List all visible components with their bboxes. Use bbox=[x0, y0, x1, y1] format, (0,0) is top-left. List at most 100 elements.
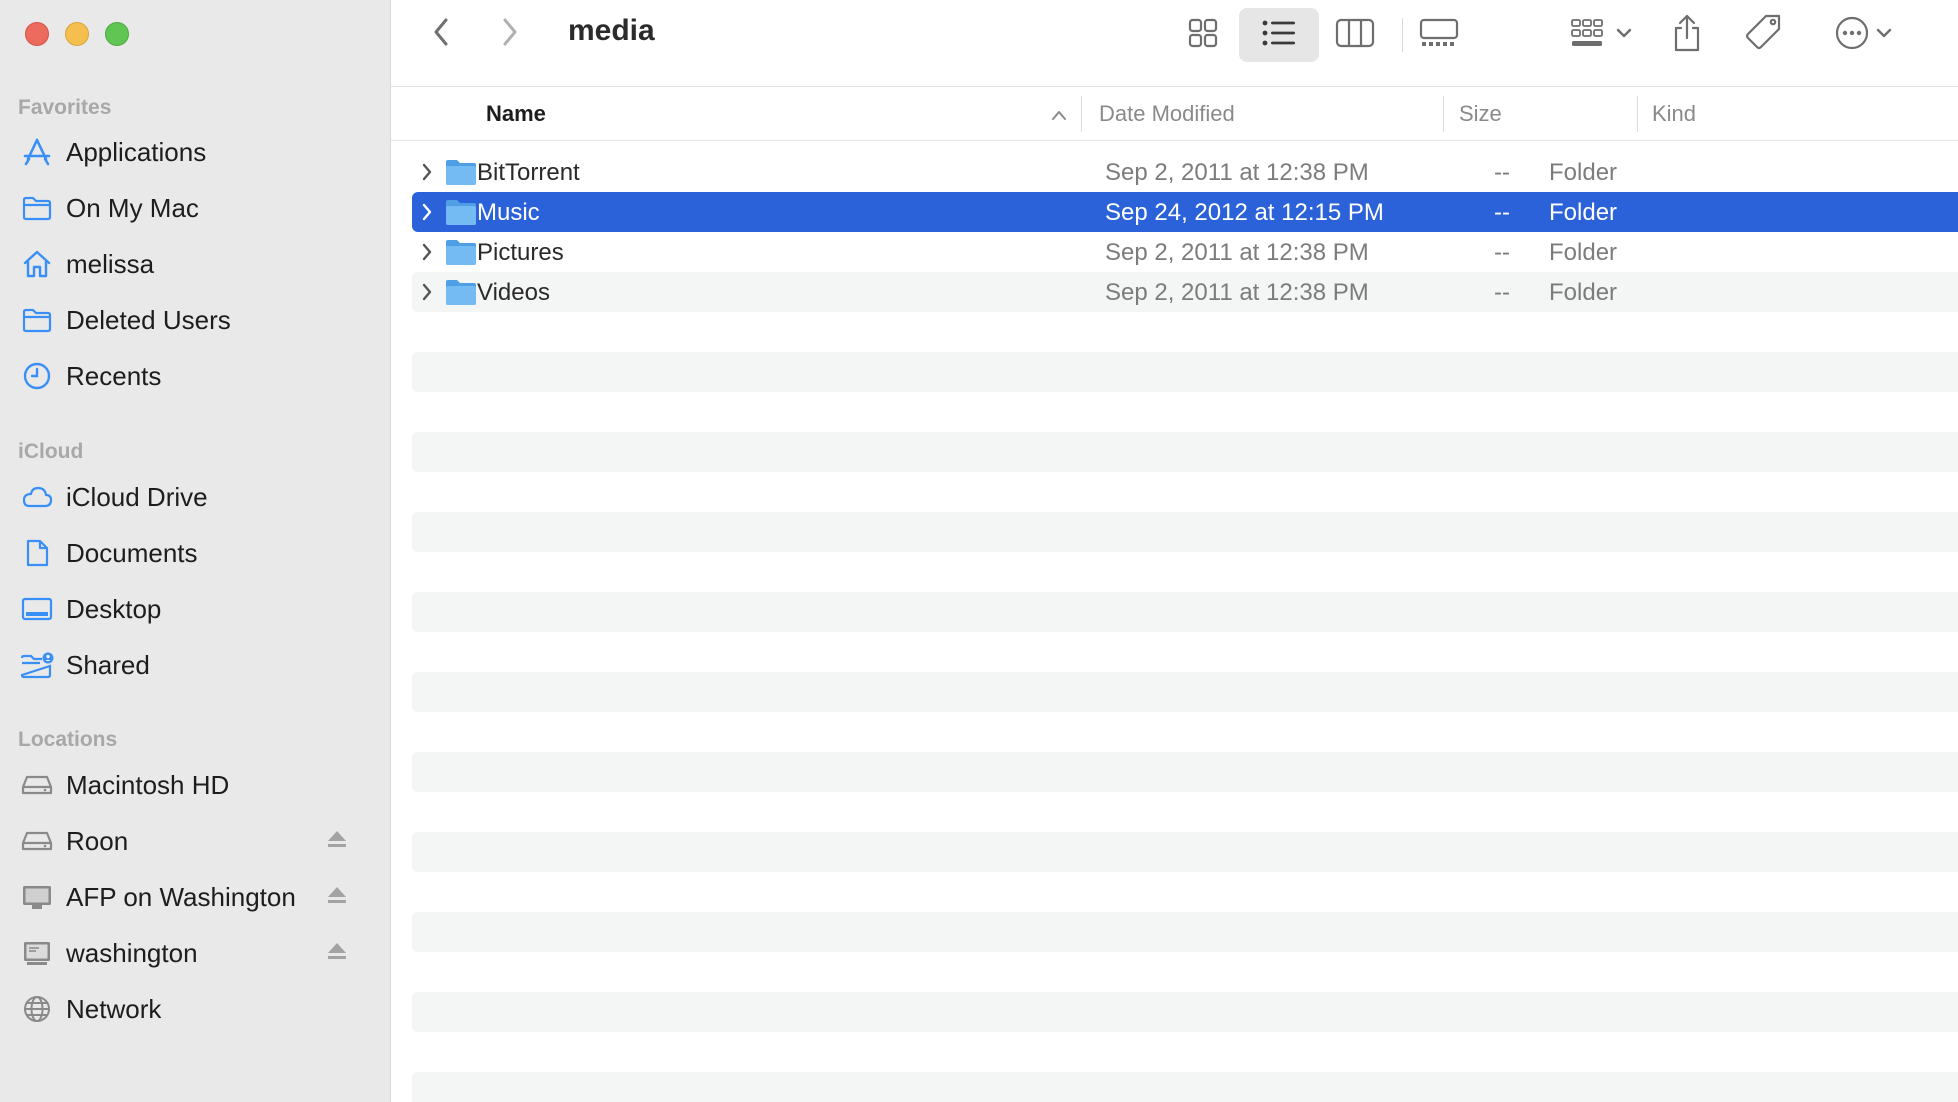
sidebar-item-network[interactable]: Network bbox=[20, 985, 390, 1033]
sidebar-item-label: Deleted Users bbox=[66, 304, 231, 335]
file-name: Pictures bbox=[477, 239, 564, 266]
sidebar-item-icloud-drive[interactable]: iCloud Drive bbox=[20, 473, 390, 521]
disclosure-triangle-icon[interactable] bbox=[420, 201, 434, 230]
finder-window: Favorites Applications On My Mac melissa… bbox=[0, 0, 1958, 1102]
empty-row-stripe bbox=[412, 672, 1958, 712]
sidebar: Favorites Applications On My Mac melissa… bbox=[0, 0, 391, 1102]
tag-icon bbox=[1744, 13, 1784, 58]
tag-button[interactable] bbox=[1736, 10, 1792, 60]
sidebar-item-shared[interactable]: Shared bbox=[20, 641, 390, 689]
toolbar-divider bbox=[1402, 18, 1403, 52]
sidebar-section-favorites: Favorites bbox=[18, 96, 112, 119]
minimize-button[interactable] bbox=[65, 22, 89, 46]
sidebar-item-applications[interactable]: Applications bbox=[20, 128, 390, 176]
group-button[interactable] bbox=[1563, 10, 1639, 60]
folder-icon bbox=[445, 198, 477, 233]
empty-row-stripe bbox=[412, 432, 1958, 472]
file-kind: Folder bbox=[1549, 199, 1618, 226]
sidebar-item-melissa[interactable]: melissa bbox=[20, 240, 390, 288]
sidebar-item-label: washington bbox=[66, 937, 198, 968]
file-name: Videos bbox=[477, 279, 550, 306]
page-title: media bbox=[568, 14, 655, 47]
toolbar: media bbox=[391, 0, 1958, 87]
list-icon bbox=[1261, 18, 1297, 53]
sidebar-item-desktop[interactable]: Desktop bbox=[20, 585, 390, 633]
file-kind: Folder bbox=[1549, 159, 1618, 186]
column-header-date-modified[interactable]: Date Modified bbox=[1099, 101, 1235, 127]
icon-view-button[interactable] bbox=[1175, 10, 1231, 60]
applications-icon bbox=[20, 135, 54, 169]
column-divider[interactable] bbox=[1081, 96, 1082, 132]
clock-icon bbox=[20, 359, 54, 393]
zoom-button[interactable] bbox=[105, 22, 129, 46]
chevron-left-icon bbox=[431, 16, 451, 53]
column-header-kind[interactable]: Kind bbox=[1652, 101, 1696, 127]
cloud-icon bbox=[20, 480, 54, 514]
share-button[interactable] bbox=[1659, 8, 1715, 62]
empty-row-stripe bbox=[412, 752, 1958, 792]
sidebar-item-roon[interactable]: Roon bbox=[20, 817, 390, 865]
file-kind: Folder bbox=[1549, 239, 1618, 266]
sidebar-item-documents[interactable]: Documents bbox=[20, 529, 390, 577]
disclosure-triangle-icon[interactable] bbox=[420, 281, 434, 310]
sidebar-item-on-my-mac[interactable]: On My Mac bbox=[20, 184, 390, 232]
drive-icon bbox=[20, 824, 54, 858]
sidebar-section-icloud: iCloud bbox=[18, 440, 84, 463]
folder-icon bbox=[445, 158, 477, 193]
empty-row-stripe bbox=[412, 352, 1958, 392]
list-view-button[interactable] bbox=[1239, 8, 1319, 62]
home-icon bbox=[20, 247, 54, 281]
columns-icon bbox=[1335, 17, 1375, 54]
column-divider[interactable] bbox=[1637, 96, 1638, 132]
sidebar-item-label: iCloud Drive bbox=[66, 481, 208, 512]
disclosure-triangle-icon[interactable] bbox=[420, 241, 434, 270]
sidebar-item-label: Roon bbox=[66, 825, 129, 856]
sidebar-item-label: Shared bbox=[66, 649, 150, 680]
disclosure-triangle-icon[interactable] bbox=[420, 161, 434, 190]
file-name: Music bbox=[477, 199, 540, 226]
document-icon bbox=[20, 536, 54, 570]
sidebar-item-deleted-users[interactable]: Deleted Users bbox=[20, 296, 390, 344]
sidebar-item-label: Documents bbox=[66, 537, 198, 568]
empty-row-stripe bbox=[412, 592, 1958, 632]
file-row-music[interactable]: Music Sep 24, 2012 at 12:15 PM -- Folder bbox=[412, 192, 1958, 232]
back-button[interactable] bbox=[421, 14, 461, 54]
eject-icon[interactable] bbox=[326, 829, 348, 854]
column-header: Name Date Modified Size Kind bbox=[391, 88, 1958, 141]
column-divider[interactable] bbox=[1443, 96, 1444, 132]
sidebar-item-macintosh-hd[interactable]: Macintosh HD bbox=[20, 761, 390, 809]
sidebar-item-recents[interactable]: Recents bbox=[20, 352, 390, 400]
folder-icon bbox=[20, 303, 54, 337]
file-row-bittorrent[interactable]: BitTorrent Sep 2, 2011 at 12:38 PM -- Fo… bbox=[412, 152, 1958, 192]
sidebar-item-afp-on-washington[interactable]: AFP on Washington bbox=[20, 873, 390, 921]
main-content: media Name Date Modified Size Kind BitTo… bbox=[391, 0, 1958, 1102]
sidebar-section-locations: Locations bbox=[18, 728, 118, 751]
sort-ascending-icon[interactable] bbox=[1050, 102, 1068, 128]
display-icon bbox=[20, 880, 54, 914]
file-row-pictures[interactable]: Pictures Sep 2, 2011 at 12:38 PM -- Fold… bbox=[412, 232, 1958, 272]
share-icon bbox=[1671, 13, 1703, 58]
shared-folder-icon bbox=[20, 648, 54, 682]
eject-icon[interactable] bbox=[326, 941, 348, 966]
sidebar-item-washington[interactable]: washington bbox=[20, 929, 390, 977]
drive-icon bbox=[20, 768, 54, 802]
column-header-name[interactable]: Name bbox=[486, 101, 546, 127]
sidebar-item-label: melissa bbox=[66, 248, 155, 279]
chevron-down-icon bbox=[1876, 26, 1892, 44]
chevron-right-icon bbox=[500, 16, 520, 53]
gallery-view-button[interactable] bbox=[1411, 10, 1467, 60]
column-view-button[interactable] bbox=[1327, 10, 1383, 60]
globe-icon bbox=[20, 992, 54, 1026]
more-actions-button[interactable] bbox=[1823, 10, 1903, 60]
sidebar-item-label: Recents bbox=[66, 360, 162, 391]
file-name: BitTorrent bbox=[477, 159, 580, 186]
folder-icon bbox=[445, 278, 477, 313]
forward-button[interactable] bbox=[490, 14, 530, 54]
file-row-videos[interactable]: Videos Sep 2, 2011 at 12:38 PM -- Folder bbox=[412, 272, 1958, 312]
column-header-size[interactable]: Size bbox=[1459, 101, 1502, 127]
eject-icon[interactable] bbox=[326, 885, 348, 910]
close-button[interactable] bbox=[25, 22, 49, 46]
sidebar-item-label: AFP on Washington bbox=[66, 881, 296, 912]
empty-row-stripe bbox=[412, 512, 1958, 552]
file-date: Sep 2, 2011 at 12:38 PM bbox=[1105, 239, 1369, 266]
